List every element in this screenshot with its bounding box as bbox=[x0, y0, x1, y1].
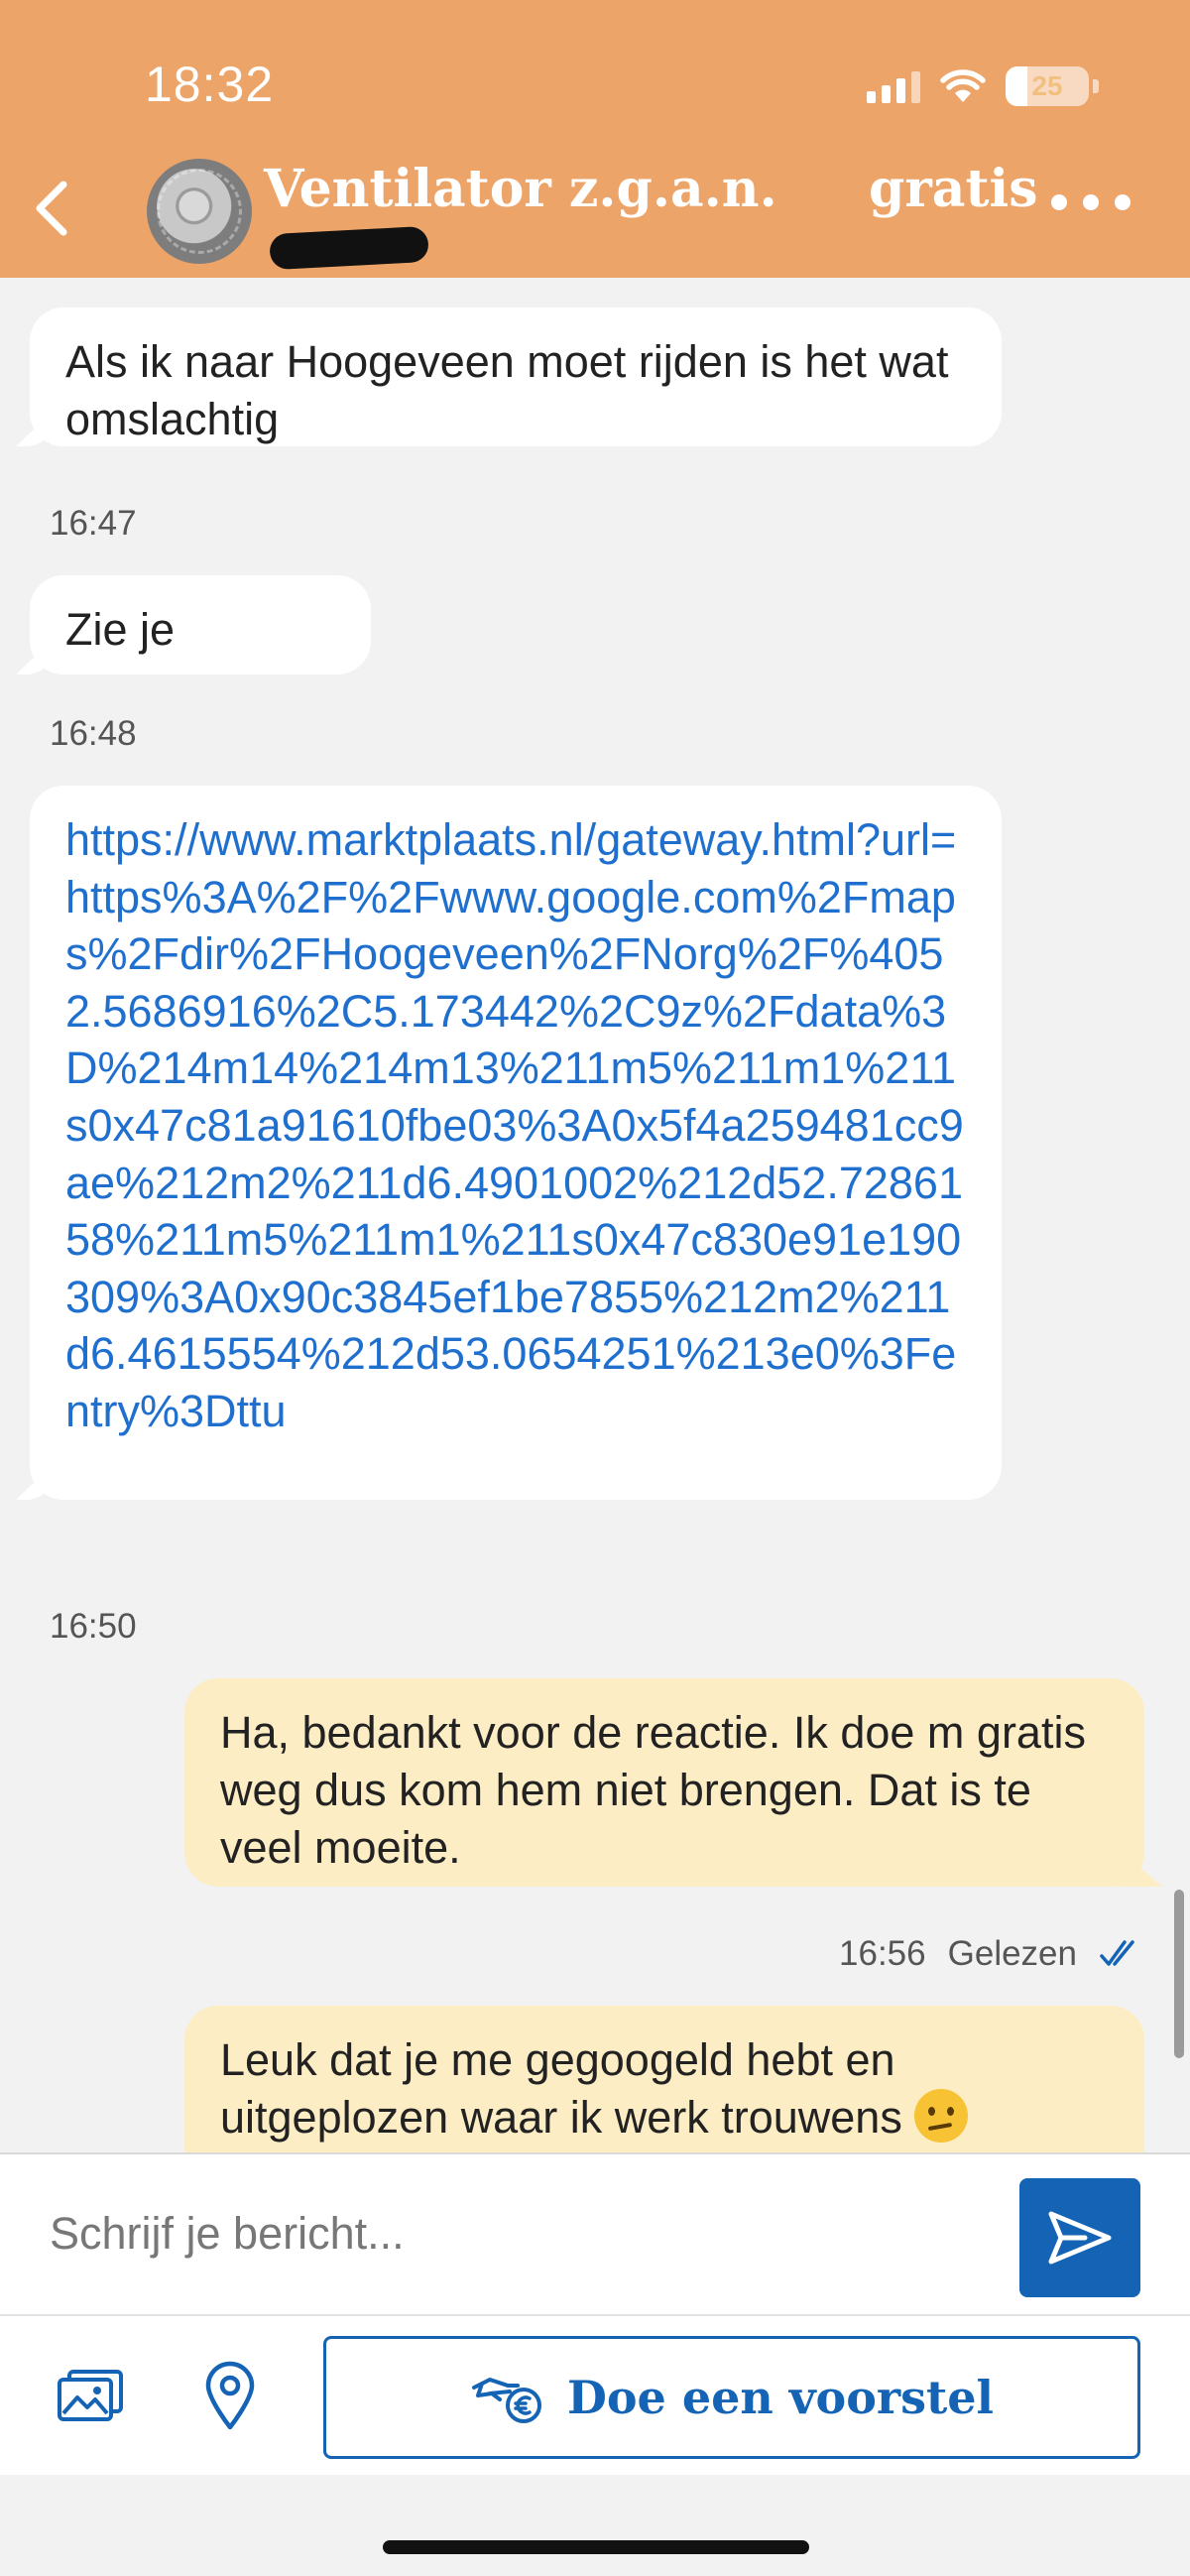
incoming-message: Als ik naar Hoogeveen moet rijden is het… bbox=[30, 307, 1002, 446]
message-text: Zie je bbox=[65, 604, 176, 655]
battery-level: 25 bbox=[1031, 70, 1063, 101]
read-status: Gelezen bbox=[947, 1934, 1077, 1973]
message-text: Als ik naar Hoogeveen moet rijden is het… bbox=[65, 336, 949, 444]
send-button[interactable] bbox=[1019, 2178, 1140, 2297]
listing-price: gratis bbox=[869, 159, 1038, 219]
make-offer-label: Doe een voorstel bbox=[566, 2371, 995, 2424]
chevron-left-icon bbox=[36, 181, 67, 236]
battery-tip bbox=[1093, 79, 1099, 93]
confused-face-icon bbox=[914, 2089, 969, 2143]
dot bbox=[1115, 194, 1130, 210]
more-options-button[interactable] bbox=[1051, 194, 1130, 210]
image-gallery-icon bbox=[58, 2370, 123, 2421]
location-pin-icon bbox=[205, 2361, 255, 2430]
redaction-mark bbox=[269, 225, 429, 271]
home-bar bbox=[0, 2475, 1190, 2576]
message-timestamp: 16:48 bbox=[50, 714, 137, 753]
listing-avatar[interactable] bbox=[147, 159, 252, 264]
status-icons: 25 bbox=[867, 63, 1099, 109]
scrollbar[interactable] bbox=[1174, 1890, 1184, 2058]
double-check-icon bbox=[1100, 1940, 1134, 1966]
wifi-icon bbox=[940, 69, 986, 102]
message-timestamp: 16:50 bbox=[50, 1607, 137, 1646]
dot bbox=[1083, 194, 1099, 210]
back-button[interactable] bbox=[24, 179, 83, 238]
make-offer-button[interactable]: Doe een voorstel bbox=[323, 2336, 1140, 2459]
dot bbox=[1051, 194, 1067, 210]
home-indicator[interactable] bbox=[383, 2540, 809, 2554]
incoming-message-link[interactable]: https://www.marktplaats.nl/gateway.html?… bbox=[30, 786, 1002, 1500]
incoming-message: Zie je bbox=[30, 575, 371, 675]
action-bar: Doe een voorstel bbox=[0, 2316, 1190, 2475]
cellular-signal-icon bbox=[867, 69, 920, 103]
read-time: 16:56 bbox=[839, 1934, 926, 1973]
message-text: Leuk dat je me gegoogeld hebt en uitgepl… bbox=[220, 2034, 902, 2143]
outgoing-message: Leuk dat je me gegoogeld hebt en uitgepl… bbox=[184, 2006, 1144, 2152]
hand-coin-icon bbox=[471, 2378, 541, 2423]
outgoing-message: Ha, bedankt voor de reactie. Ik doe m gr… bbox=[184, 1678, 1144, 1887]
read-receipt: 16:56 Gelezen bbox=[839, 1934, 1142, 1974]
message-composer bbox=[0, 2152, 1190, 2316]
chat-header: 18:32 25 Ventilator z.g.a.n. gratis bbox=[0, 0, 1190, 278]
message-input[interactable] bbox=[50, 2194, 982, 2273]
message-list[interactable]: Als ik naar Hoogeveen moet rijden is het… bbox=[0, 278, 1190, 2152]
status-time: 18:32 bbox=[145, 57, 275, 112]
location-button[interactable] bbox=[190, 2356, 270, 2435]
listing-title[interactable]: Ventilator z.g.a.n. bbox=[264, 159, 777, 219]
message-text: Ha, bedankt voor de reactie. Ik doe m gr… bbox=[220, 1707, 1086, 1873]
message-timestamp: 16:47 bbox=[50, 504, 137, 543]
send-icon bbox=[1048, 2211, 1112, 2265]
battery-icon: 25 bbox=[1006, 66, 1089, 106]
gallery-button[interactable] bbox=[52, 2356, 131, 2435]
map-link[interactable]: https://www.marktplaats.nl/gateway.html?… bbox=[65, 814, 964, 1436]
